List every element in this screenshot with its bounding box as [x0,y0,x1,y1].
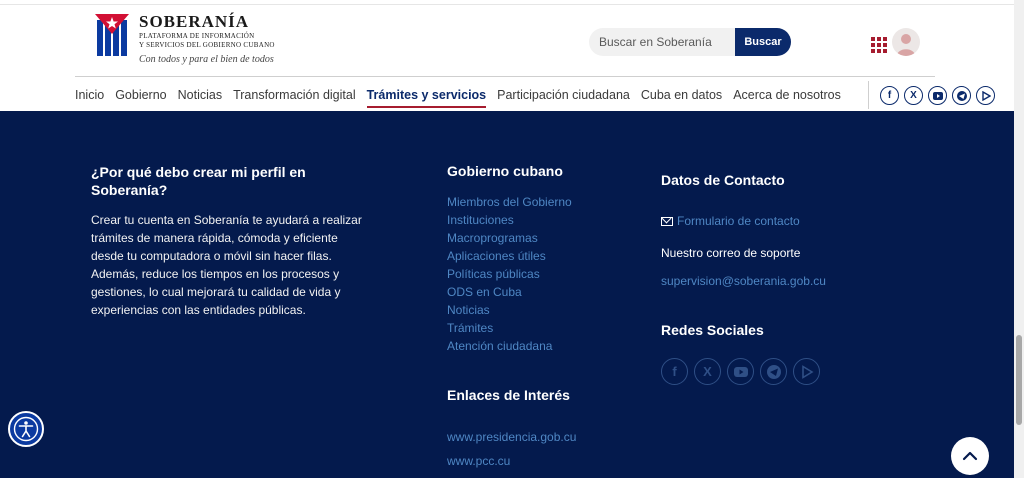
scrollbar-thumb[interactable] [1016,335,1022,425]
why-profile-text: Crear tu cuenta en Soberanía te ayudará … [91,213,362,317]
footer-social-links: f X [661,358,861,385]
nav-item-gobierno[interactable]: Gobierno [115,88,166,108]
support-email-link[interactable]: supervision@soberania.gob.cu [661,274,861,288]
telegram-icon[interactable] [760,358,787,385]
gobierno-cubano-heading: Gobierno cubano [447,163,563,179]
telegram-icon[interactable] [952,86,971,105]
redes-sociales-heading: Redes Sociales [661,322,764,338]
contacto-heading: Datos de Contacto [661,172,785,188]
nav-item-tramites-y-servicios[interactable]: Trámites y servicios [366,88,487,108]
gobierno-links: Miembros del Gobierno Instituciones Macr… [447,193,627,355]
link-miembros-del-gobierno[interactable]: Miembros del Gobierno [447,193,627,211]
user-silhouette-icon [897,34,915,56]
footer-why-column: ¿Por qué debo crear mi perfil en Soberan… [91,163,366,319]
enlaces-heading: Enlaces de Interés [447,387,570,403]
site-footer: ¿Por qué debo crear mi perfil en Soberan… [0,111,1014,478]
link-tramites[interactable]: Trámites [447,319,627,337]
footer-contact-column: Datos de Contacto Formulario de contacto… [661,172,861,385]
search-button[interactable]: Buscar [735,28,791,56]
ivoox-icon[interactable] [793,358,820,385]
user-avatar[interactable] [892,28,920,56]
footer-gobierno-column: Gobierno cubano Miembros del Gobierno In… [447,163,627,473]
brand-tagline: Con todos y para el bien de todos [139,54,274,65]
nav-item-noticias[interactable]: Noticias [178,88,222,108]
header-social-links: f X [880,86,995,105]
link-noticias[interactable]: Noticias [447,301,627,319]
apps-grid-icon[interactable] [871,37,887,53]
brand-subtitle-line-1: Plataforma de Información [139,32,255,40]
cuban-flag-logo-icon[interactable] [95,14,129,56]
contact-form-row[interactable]: Formulario de contacto [661,212,861,230]
accessibility-button[interactable] [8,411,44,447]
nav-item-participacion-ciudadana[interactable]: Participación ciudadana [497,88,630,108]
nav-item-inicio[interactable]: Inicio [75,88,104,108]
link-presidencia[interactable]: www.presidencia.gob.cu [447,425,627,449]
accessibility-icon [13,416,39,442]
chevron-up-icon [962,451,978,461]
nav-separator [868,81,869,109]
scroll-to-top-button[interactable] [951,437,989,475]
youtube-icon[interactable] [928,86,947,105]
top-strip [0,0,1014,5]
facebook-icon[interactable]: f [880,86,899,105]
brand-name: SOBERANÍA [139,12,250,31]
page-scrollbar[interactable] [1014,0,1024,478]
search-input[interactable] [589,28,749,56]
link-aplicaciones-utiles[interactable]: Aplicaciones útiles [447,247,627,265]
contact-form-link[interactable]: Formulario de contacto [677,212,800,230]
link-pcc[interactable]: www.pcc.cu [447,449,627,473]
support-email-label: Nuestro correo de soporte [661,246,801,260]
site-header: SOBERANÍA Plataforma de Información y Se… [0,0,1014,111]
page: SOBERANÍA Plataforma de Información y Se… [0,0,1024,478]
envelope-icon [661,216,673,226]
ivoox-icon[interactable] [976,86,995,105]
brand-subtitle-line-2: y Servicios del Gobierno Cubano [139,41,275,49]
x-icon[interactable]: X [694,358,721,385]
link-ods-en-cuba[interactable]: ODS en Cuba [447,283,627,301]
nav-item-transformacion-digital[interactable]: Transformación digital [233,88,356,108]
link-atencion-ciudadana[interactable]: Atención ciudadana [447,337,627,355]
search-bar: Buscar [589,28,791,56]
nav-item-cuba-en-datos[interactable]: Cuba en datos [641,88,722,108]
x-icon[interactable]: X [904,86,923,105]
main-nav: Inicio Gobierno Noticias Transformación … [75,88,852,108]
why-profile-heading: ¿Por qué debo crear mi perfil en Soberan… [91,164,306,198]
brand-block[interactable]: SOBERANÍA Plataforma de Información y Se… [139,12,275,65]
header-divider [75,76,935,77]
link-politicas-publicas[interactable]: Políticas públicas [447,265,627,283]
facebook-icon[interactable]: f [661,358,688,385]
enlaces-links: www.presidencia.gob.cu www.pcc.cu [447,425,627,473]
link-macroprogramas[interactable]: Macroprogramas [447,229,627,247]
youtube-icon[interactable] [727,358,754,385]
nav-item-acerca-de-nosotros[interactable]: Acerca de nosotros [733,88,841,108]
link-instituciones[interactable]: Instituciones [447,211,627,229]
